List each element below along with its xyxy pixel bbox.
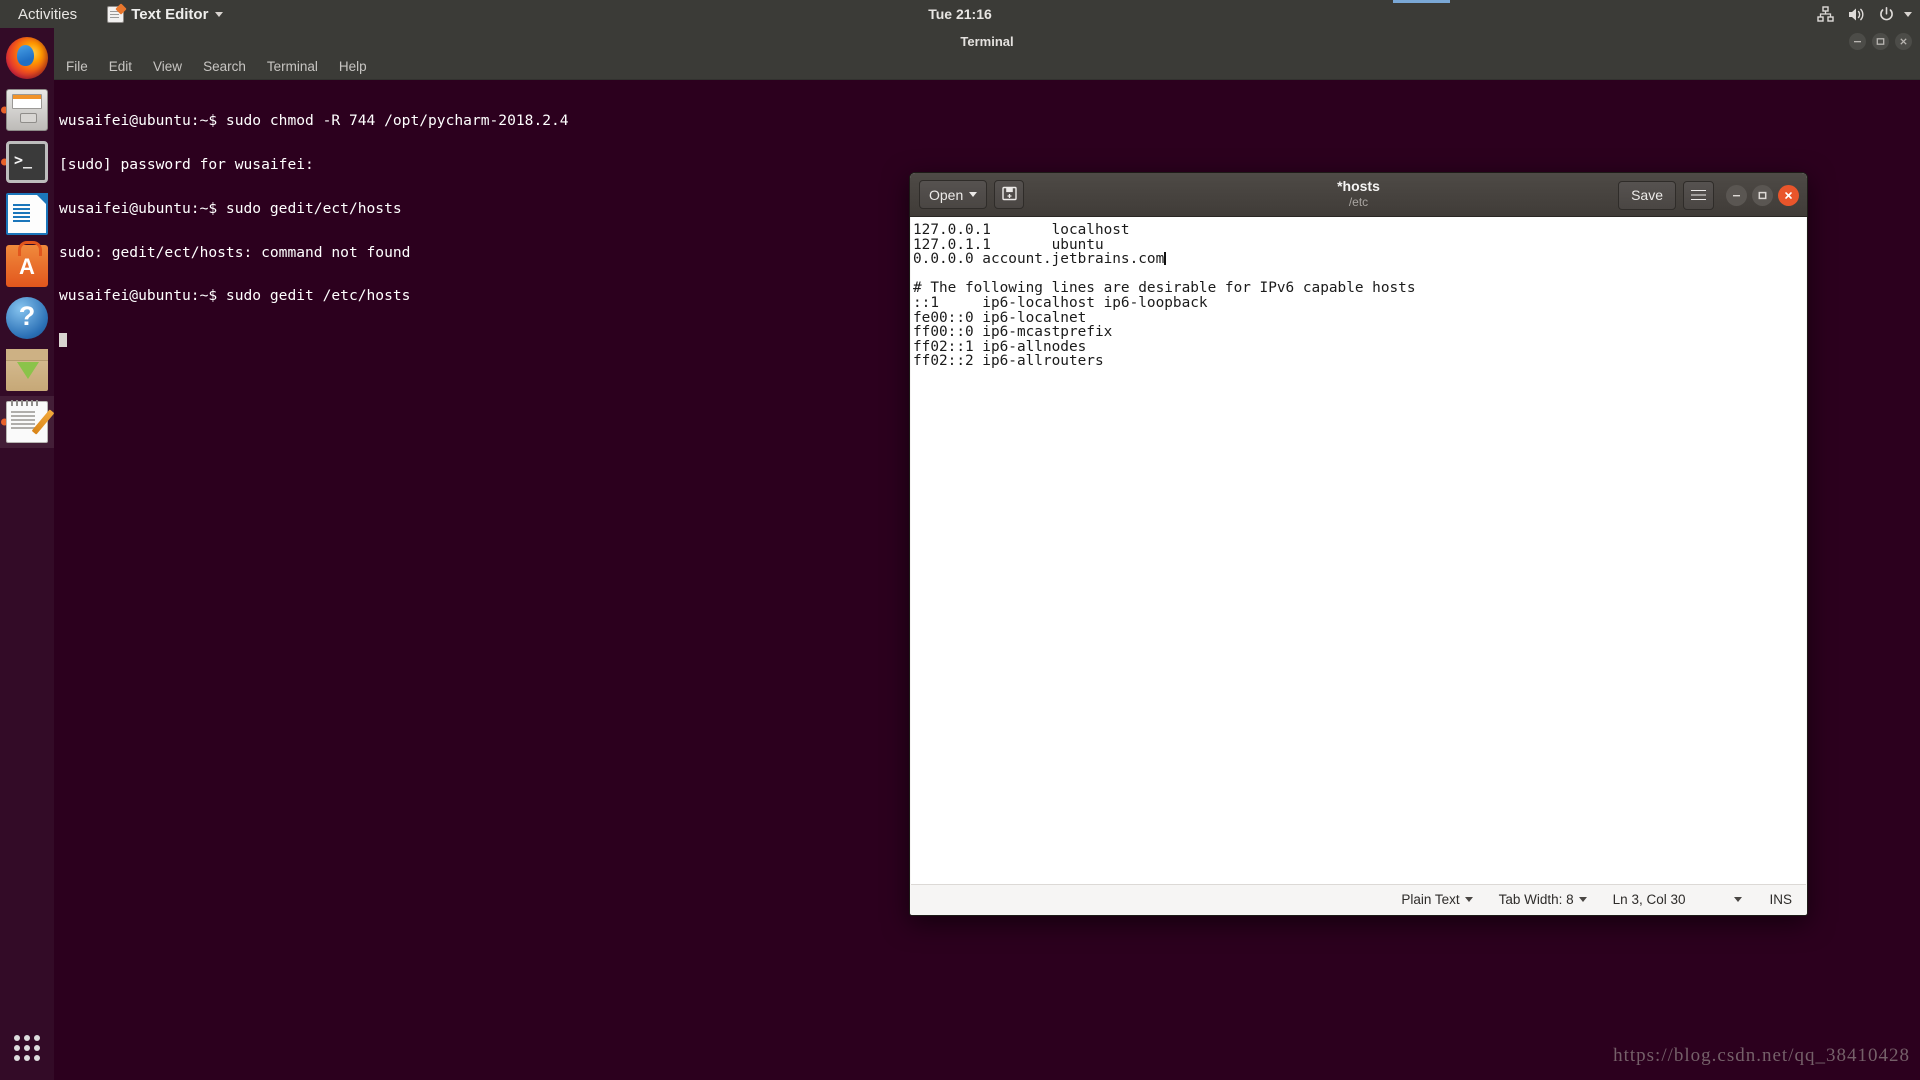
document-line: ::1 ip6-localhost ip6-loopback [913, 294, 1208, 311]
maximize-icon[interactable] [1752, 184, 1773, 206]
document-line: ff02::1 ip6-allnodes [913, 338, 1087, 355]
document-line-text: 0.0.0.0 account.jetbrains.com [913, 251, 1165, 268]
menu-search[interactable]: Search [203, 59, 246, 74]
language-label: Plain Text [1401, 892, 1460, 907]
cursor-position-label: Ln 3, Col 30 [1612, 892, 1686, 907]
terminal-menubar[interactable]: File Edit View Search Terminal Help [54, 54, 1920, 80]
top-panel: Activities Text Editor Tue 21:16 [0, 0, 1920, 28]
save-as-button[interactable] [994, 180, 1025, 209]
document-line: ff02::2 ip6-allrouters [913, 353, 1104, 370]
text-caret [1164, 252, 1166, 266]
system-tray[interactable] [1817, 5, 1912, 23]
document-line: 127.0.0.1 localhost [913, 222, 1130, 238]
dock-item-help[interactable] [0, 292, 54, 344]
dock [0, 28, 54, 1080]
chevron-down-icon [215, 11, 224, 17]
menu-view[interactable]: View [153, 59, 182, 74]
language-selector[interactable]: Plain Text [1388, 892, 1485, 907]
clock[interactable]: Tue 21:16 [928, 6, 992, 22]
menu-file[interactable]: File [66, 59, 88, 74]
maximize-icon[interactable] [1872, 32, 1889, 50]
power-icon[interactable] [1878, 6, 1895, 23]
activities-button[interactable]: Activities [10, 6, 85, 23]
open-button[interactable]: Open [919, 180, 988, 209]
hamburger-menu-icon [1691, 189, 1706, 201]
dock-item-install[interactable] [0, 344, 54, 396]
terminal-title: Terminal [960, 33, 1014, 49]
gedit-text-area[interactable]: 127.0.0.1 localhost 127.0.1.1 ubuntu 0.0… [911, 217, 1806, 884]
text-editor-icon [107, 5, 125, 23]
menu-help[interactable]: Help [339, 59, 367, 74]
open-button-label: Open [929, 186, 964, 203]
software-icon [6, 241, 48, 287]
app-menu[interactable]: Text Editor [107, 5, 224, 23]
dock-item-software[interactable] [0, 240, 54, 292]
firefox-icon [6, 37, 48, 79]
gedit-statusbar[interactable]: Plain Text Tab Width: 8 Ln 3, Col 30 INS [911, 884, 1806, 914]
terminal-titlebar[interactable]: Terminal [54, 28, 1920, 54]
document-line-with-caret: 0.0.0.0 account.jetbrains.com [913, 252, 1806, 267]
document-line: 127.0.1.1 ubuntu [913, 236, 1104, 253]
terminal-line: wusaifei@ubuntu:~$ sudo chmod -R 744 /op… [59, 112, 569, 130]
document-line: fe00::0 ip6-localnet [913, 309, 1087, 326]
dock-item-gedit[interactable] [0, 396, 54, 448]
dock-item-files[interactable] [0, 84, 54, 136]
close-icon[interactable] [1778, 184, 1799, 206]
cursor-position-selector[interactable]: Ln 3, Col 30 [1600, 892, 1756, 907]
insert-mode-label: INS [1769, 892, 1792, 907]
gedit-header-actions[interactable]: Save [1618, 173, 1799, 217]
chevron-down-icon[interactable] [1904, 11, 1912, 17]
writer-icon [6, 193, 48, 235]
chevron-down-icon [1464, 897, 1473, 902]
menu-terminal[interactable]: Terminal [267, 59, 318, 74]
terminal-icon [6, 141, 48, 183]
gedit-window-controls[interactable] [1726, 184, 1799, 206]
show-applications-button[interactable] [0, 1022, 54, 1074]
document-line: # The following lines are desirable for … [913, 280, 1416, 297]
app-menu-label: Text Editor [131, 5, 209, 23]
chevron-down-icon [1578, 897, 1587, 902]
tab-width-label: Tab Width: 8 [1498, 892, 1574, 907]
gedit-headerbar[interactable]: Open *hosts /etc Save [910, 173, 1807, 217]
watermark: https://blog.csdn.net/qq_38410428 [1613, 1045, 1910, 1066]
dock-item-writer[interactable] [0, 188, 54, 240]
insert-mode-indicator: INS [1755, 892, 1796, 907]
close-icon[interactable] [1895, 32, 1912, 50]
save-as-icon [1002, 186, 1017, 204]
chevron-down-icon [969, 192, 978, 197]
install-icon [6, 349, 48, 391]
network-icon[interactable] [1817, 5, 1834, 23]
volume-icon[interactable] [1847, 6, 1865, 23]
window-accent-line [1393, 0, 1450, 3]
dock-item-firefox[interactable] [0, 32, 54, 84]
terminal-cursor [59, 333, 67, 348]
spiral-binding-icon [11, 400, 41, 406]
save-button[interactable]: Save [1618, 180, 1676, 210]
minimize-icon[interactable] [1726, 184, 1747, 206]
grid-icon [14, 1035, 40, 1061]
dock-item-terminal[interactable] [0, 136, 54, 188]
terminal-window-controls[interactable] [1849, 28, 1912, 54]
document-line: ff00::0 ip6-mcastprefix [913, 324, 1113, 341]
help-icon [6, 297, 48, 339]
gedit-icon [6, 400, 48, 443]
menu-edit[interactable]: Edit [109, 59, 132, 74]
hamburger-menu-button[interactable] [1683, 180, 1714, 210]
chevron-down-icon [1734, 897, 1743, 902]
save-button-label: Save [1631, 187, 1663, 203]
terminal-line: [sudo] password for wusaifei: [59, 155, 314, 173]
tab-width-selector[interactable]: Tab Width: 8 [1486, 892, 1600, 907]
minimize-icon[interactable] [1849, 32, 1866, 50]
files-icon [6, 89, 48, 131]
gedit-window[interactable]: Open *hosts /etc Save 127.0.0.1 localhos… [909, 172, 1808, 916]
